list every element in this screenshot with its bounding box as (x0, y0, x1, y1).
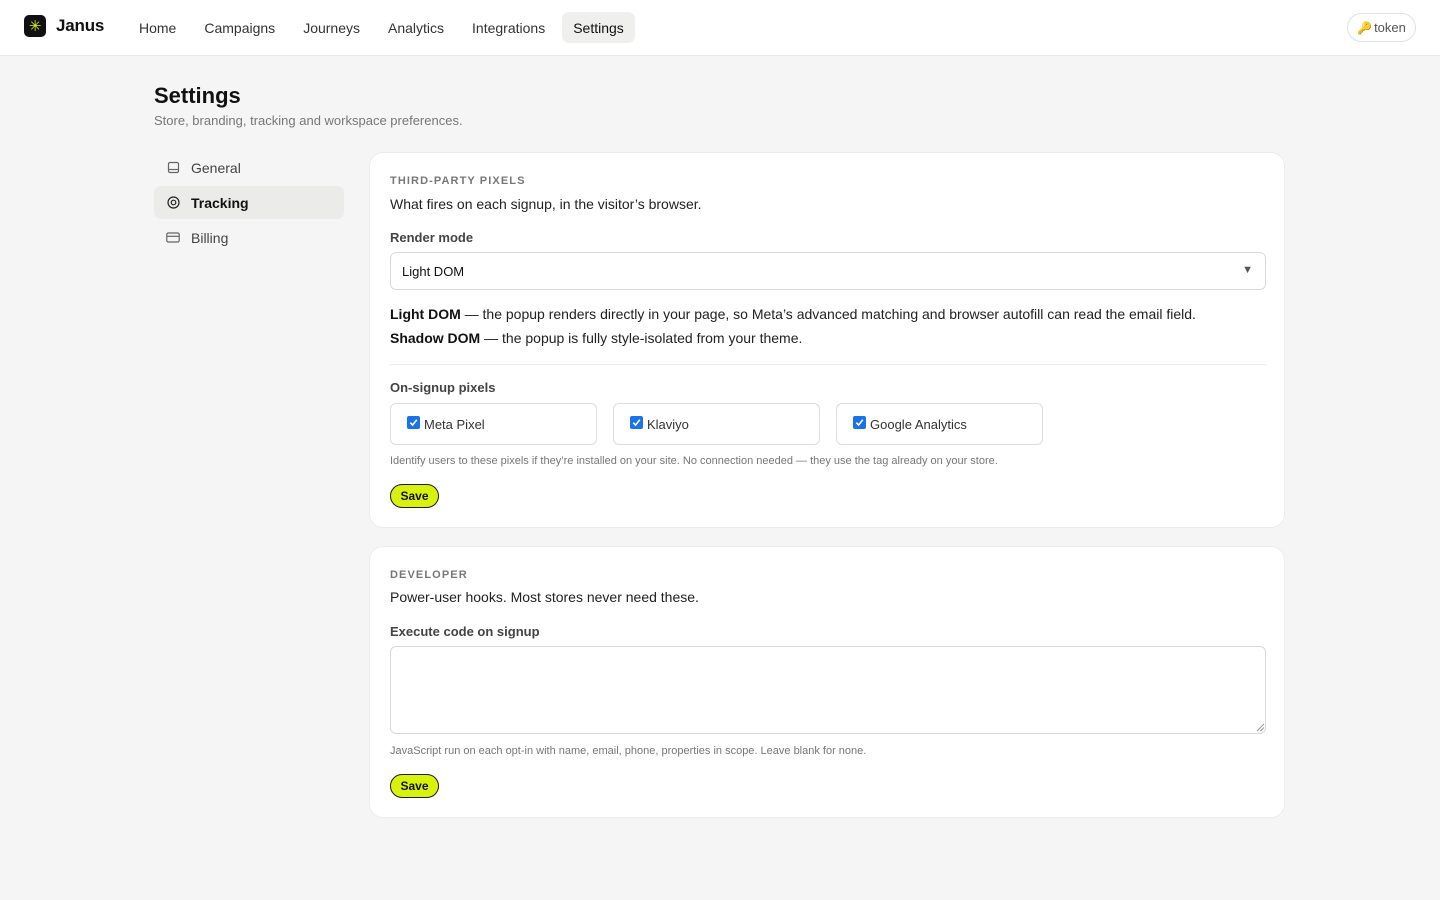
light-dom-term: Light DOM (390, 306, 461, 322)
execute-code-label: Execute code on signup (390, 624, 540, 639)
nav-item-journeys[interactable]: Journeys (292, 12, 371, 43)
third-party-pixels-card: THIRD-PARTY PIXELS What fires on each si… (369, 152, 1285, 528)
section-eyebrow: THIRD-PARTY PIXELS (390, 175, 526, 187)
pixel-option-label: Meta Pixel (424, 416, 485, 432)
render-mode-label: Render mode (390, 230, 474, 245)
section-description: Power-user hooks. Most stores never need… (390, 589, 699, 605)
shadow-dom-text: — the popup is fully style-isolated from… (480, 330, 803, 346)
pixel-option-meta[interactable]: Meta Pixel (390, 403, 597, 445)
light-dom-explanation: Light DOM — the popup renders directly i… (390, 306, 1196, 322)
render-mode-select[interactable]: Light DOM ▼ (390, 252, 1266, 290)
store-icon (166, 161, 180, 175)
pixel-option-label: Klaviyo (647, 416, 689, 432)
shadow-dom-term: Shadow DOM (390, 330, 481, 346)
render-mode-value: Light DOM (402, 263, 465, 279)
pixel-option-google-analytics[interactable]: Google Analytics (836, 403, 1043, 445)
pixel-option-label: Google Analytics (870, 416, 967, 432)
main-nav: Home Campaigns Journeys Analytics Integr… (128, 12, 641, 43)
nav-item-home[interactable]: Home (128, 12, 187, 43)
divider (390, 364, 1266, 365)
resize-handle-icon[interactable] (1256, 723, 1265, 732)
save-button[interactable]: Save (390, 774, 439, 798)
pixel-option-klaviyo[interactable]: Klaviyo (613, 403, 820, 445)
brand-name: Janus (56, 16, 105, 35)
credit-card-icon (166, 231, 180, 245)
checkbox-checked-icon[interactable] (853, 415, 866, 429)
key-icon: 🔑 (1357, 20, 1373, 35)
sidebar-item-label: General (191, 159, 241, 176)
section-eyebrow: DEVELOPER (390, 569, 468, 581)
sidebar-item-tracking[interactable]: Tracking (154, 186, 344, 219)
sidebar-item-billing[interactable]: Billing (154, 221, 344, 254)
nav-item-integrations[interactable]: Integrations (461, 12, 556, 43)
code-help-text: JavaScript run on each opt-in with name,… (390, 745, 867, 757)
sidebar-item-label: Billing (191, 229, 229, 246)
nav-item-analytics[interactable]: Analytics (377, 12, 455, 43)
page-subtitle: Store, branding, tracking and workspace … (154, 113, 463, 128)
nav-item-settings[interactable]: Settings (562, 12, 635, 43)
top-navigation-bar: ✳ Janus Home Campaigns Journeys Analytic… (0, 0, 1440, 56)
checkbox-checked-icon[interactable] (630, 415, 643, 429)
section-description: What fires on each signup, in the visito… (390, 196, 702, 212)
pixels-label: On-signup pixels (390, 380, 496, 395)
pixels-help-text: Identify users to these pixels if they’r… (390, 455, 998, 467)
brand-logo-icon: ✳ (24, 15, 46, 37)
developer-card: DEVELOPER Power-user hooks. Most stores … (369, 546, 1285, 818)
chevron-down-icon: ▼ (1242, 264, 1253, 276)
shadow-dom-explanation: Shadow DOM — the popup is fully style-is… (390, 330, 802, 346)
brand[interactable]: ✳ Janus (24, 15, 104, 37)
light-dom-text: — the popup renders directly in your pag… (460, 306, 1196, 322)
save-button[interactable]: Save (390, 484, 439, 508)
target-icon (166, 196, 180, 210)
sidebar-item-general[interactable]: General (154, 151, 344, 184)
token-label: token (1374, 20, 1406, 35)
settings-sidebar: General Tracking Billing (154, 151, 344, 256)
page-title: Settings (154, 83, 241, 108)
sidebar-item-label: Tracking (191, 194, 249, 211)
checkbox-checked-icon[interactable] (407, 415, 420, 429)
token-button[interactable]: 🔑 token (1347, 13, 1416, 42)
execute-code-textarea[interactable] (390, 646, 1266, 734)
nav-item-campaigns[interactable]: Campaigns (193, 12, 286, 43)
